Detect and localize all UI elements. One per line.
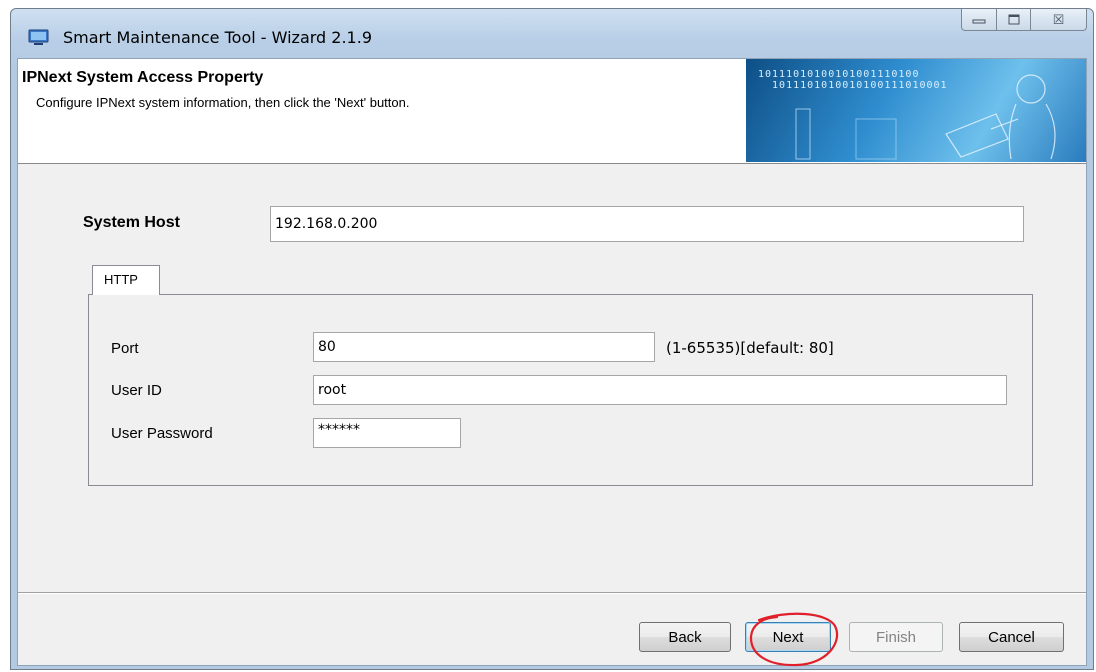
header-banner-image: 10111010100101001110100 1011101010010100…: [746, 59, 1086, 162]
footer-separator: [18, 592, 1086, 594]
close-icon: ☒: [1052, 11, 1065, 27]
tab-http[interactable]: HTTP: [92, 265, 160, 295]
system-host-label: System Host: [83, 214, 180, 231]
window-title: Smart Maintenance Tool - Wizard 2.1.9: [63, 28, 372, 47]
system-host-input[interactable]: 192.168.0.200: [270, 206, 1024, 242]
user-id-input[interactable]: root: [313, 375, 1007, 405]
close-button[interactable]: ☒: [1031, 9, 1087, 31]
page-subtitle: Configure IPNext system information, the…: [36, 95, 410, 110]
title-bar[interactable]: Smart Maintenance Tool - Wizard 2.1.9 ☒: [11, 9, 1093, 55]
wizard-header: IPNext System Access Property Configure …: [18, 59, 1086, 164]
user-id-label: User ID: [111, 382, 162, 399]
back-button[interactable]: Back: [639, 622, 731, 652]
wizard-window: Smart Maintenance Tool - Wizard 2.1.9 ☒ …: [10, 8, 1094, 670]
port-range-hint: (1-65535)[default: 80]: [666, 339, 834, 357]
finish-button[interactable]: Finish: [849, 622, 943, 652]
caption-buttons: ☒: [961, 9, 1087, 31]
user-password-input[interactable]: ******: [313, 418, 461, 448]
app-icon: [28, 29, 49, 45]
minimize-button[interactable]: [961, 9, 997, 31]
next-button[interactable]: Next: [745, 622, 831, 652]
minimize-icon: [972, 19, 986, 23]
user-password-label: User Password: [111, 425, 213, 442]
page-title: IPNext System Access Property: [22, 69, 264, 86]
wizard-client-area: IPNext System Access Property Configure …: [17, 58, 1087, 667]
maximize-icon: [1008, 14, 1019, 25]
http-tab-panel: Port 80 (1-65535)[default: 80] User ID r…: [88, 294, 1033, 486]
port-label: Port: [111, 340, 139, 357]
banner-person-illustration: [795, 74, 1056, 160]
cancel-button[interactable]: Cancel: [959, 622, 1064, 652]
maximize-button[interactable]: [997, 9, 1031, 31]
port-input[interactable]: 80: [313, 332, 655, 362]
